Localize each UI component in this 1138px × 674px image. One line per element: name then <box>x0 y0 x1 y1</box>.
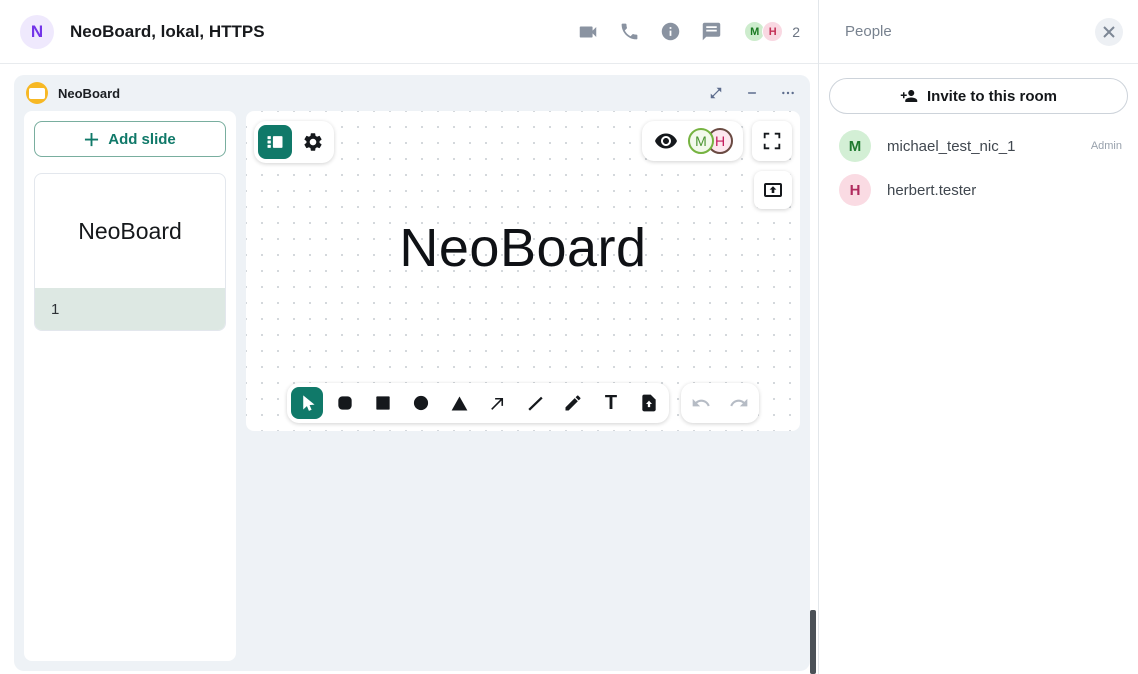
select-tool-button[interactable] <box>291 387 323 419</box>
ellipse-tool-button[interactable] <box>405 387 437 419</box>
invite-button-label: Invite to this room <box>927 88 1057 105</box>
slide-thumbnail[interactable]: NeoBoard 1 <box>34 173 226 331</box>
slide-panel: Add slide NeoBoard 1 <box>24 111 236 661</box>
video-call-icon[interactable] <box>577 21 599 43</box>
line-icon <box>526 394 545 413</box>
close-icon <box>1102 25 1116 39</box>
ellipsis-icon <box>780 85 796 101</box>
upload-to-board-icon <box>761 178 785 202</box>
board-collaborators: M H <box>688 128 733 154</box>
people-panel-header: People <box>819 0 1138 64</box>
undo-redo-pill <box>681 383 759 423</box>
vertical-scrollbar-thumb[interactable] <box>810 610 816 674</box>
minus-icon <box>745 86 759 100</box>
voice-call-icon[interactable] <box>618 21 640 43</box>
collaborator-avatar-m: M <box>688 128 714 154</box>
toggle-slide-panel-button[interactable] <box>258 125 292 159</box>
line-tool-button[interactable] <box>519 387 551 419</box>
widget-minimize-icon[interactable] <box>744 85 760 101</box>
member-count: 2 <box>792 24 800 40</box>
board-settings-toolbar <box>254 121 334 163</box>
member-avatar-m: M <box>839 130 871 162</box>
pen-tool-button[interactable] <box>557 387 589 419</box>
board-bottom-toolbar: T <box>287 383 759 423</box>
add-slide-label: Add slide <box>108 131 176 148</box>
whiteboard-glyph <box>29 88 45 99</box>
invite-button[interactable]: Invite to this room <box>829 78 1128 114</box>
triangle-icon <box>449 393 470 414</box>
app-window: N NeoBoard, lokal, HTTPS M H 2 <box>0 0 1138 674</box>
widget-avatar-icon <box>26 82 48 104</box>
undo-button[interactable] <box>685 387 717 419</box>
whiteboard-canvas[interactable]: NeoBoard <box>246 111 800 431</box>
videocam-icon <box>577 21 599 43</box>
room-title[interactable]: NeoBoard, lokal, HTTPS <box>70 22 265 42</box>
rounded-rectangle-tool-button[interactable] <box>329 387 361 419</box>
add-slide-button[interactable]: Add slide <box>34 121 226 157</box>
arrow-tool-button[interactable] <box>481 387 513 419</box>
member-name: herbert.tester <box>887 182 976 199</box>
square-icon <box>373 393 393 413</box>
slide-preview-text: NeoBoard <box>35 174 225 288</box>
eye-icon <box>654 129 678 153</box>
text-tool-icon: T <box>605 392 617 415</box>
info-icon <box>660 21 681 42</box>
room-info-icon[interactable] <box>659 21 681 43</box>
board-wrap: NeoBoard <box>246 111 800 661</box>
slide-number: 1 <box>35 288 225 330</box>
cursor-icon <box>298 394 317 413</box>
circle-icon <box>411 393 431 413</box>
widget-title: NeoBoard <box>58 86 120 101</box>
gear-icon <box>302 131 324 153</box>
present-mode-button[interactable] <box>652 127 680 155</box>
tools-pill: T <box>287 383 669 423</box>
phone-icon <box>619 21 640 42</box>
open-in-full-icon <box>709 86 723 100</box>
member-avatar-h: H <box>839 174 871 206</box>
member-role-badge: Admin <box>1091 140 1122 152</box>
widget-header: NeoBoard <box>14 75 810 111</box>
file-upload-icon <box>639 393 659 413</box>
person-add-icon <box>900 87 918 105</box>
member-row-herbert[interactable]: H herbert.tester <box>819 168 1138 212</box>
room-avatar[interactable]: N <box>20 15 54 49</box>
import-upload-button[interactable] <box>754 171 792 209</box>
widget-maximize-icon[interactable] <box>708 85 724 101</box>
room-header: N NeoBoard, lokal, HTTPS M H 2 <box>0 0 818 64</box>
pencil-icon <box>563 393 583 413</box>
chat-icon <box>701 21 722 42</box>
fullscreen-button[interactable] <box>752 121 792 161</box>
upload-file-tool-button[interactable] <box>633 387 665 419</box>
arrow-north-east-icon <box>488 394 507 413</box>
people-panel: People Invite to this room M michael_tes… <box>819 0 1138 674</box>
plus-icon <box>84 132 99 147</box>
redo-button[interactable] <box>723 387 755 419</box>
widget-body: Add slide NeoBoard 1 NeoBoard <box>14 111 810 671</box>
neoboard-widget: NeoBoard Add slide <box>14 75 810 671</box>
slide-overview-icon <box>265 132 285 152</box>
board-settings-button[interactable] <box>296 125 330 159</box>
member-row-michael[interactable]: M michael_test_nic_1 Admin <box>819 124 1138 168</box>
rounded-square-icon <box>335 393 355 413</box>
presence-pill: M H <box>642 121 743 161</box>
canvas-text-element[interactable]: NeoBoard <box>246 217 800 279</box>
fullscreen-icon <box>761 130 783 152</box>
widget-options-icon[interactable] <box>780 85 796 101</box>
people-panel-title: People <box>845 23 892 40</box>
close-panel-button[interactable] <box>1095 18 1123 46</box>
text-tool-button[interactable]: T <box>595 387 627 419</box>
board-top-right-controls: M H <box>642 121 792 161</box>
room-facepile[interactable]: M H <box>744 21 783 42</box>
triangle-tool-button[interactable] <box>443 387 475 419</box>
main-area: N NeoBoard, lokal, HTTPS M H 2 <box>0 0 819 674</box>
undo-icon <box>691 393 711 413</box>
facepile-avatar-h: H <box>762 21 783 42</box>
threads-chat-icon[interactable] <box>700 21 722 43</box>
member-name: michael_test_nic_1 <box>887 138 1015 155</box>
rectangle-tool-button[interactable] <box>367 387 399 419</box>
redo-icon <box>729 393 749 413</box>
